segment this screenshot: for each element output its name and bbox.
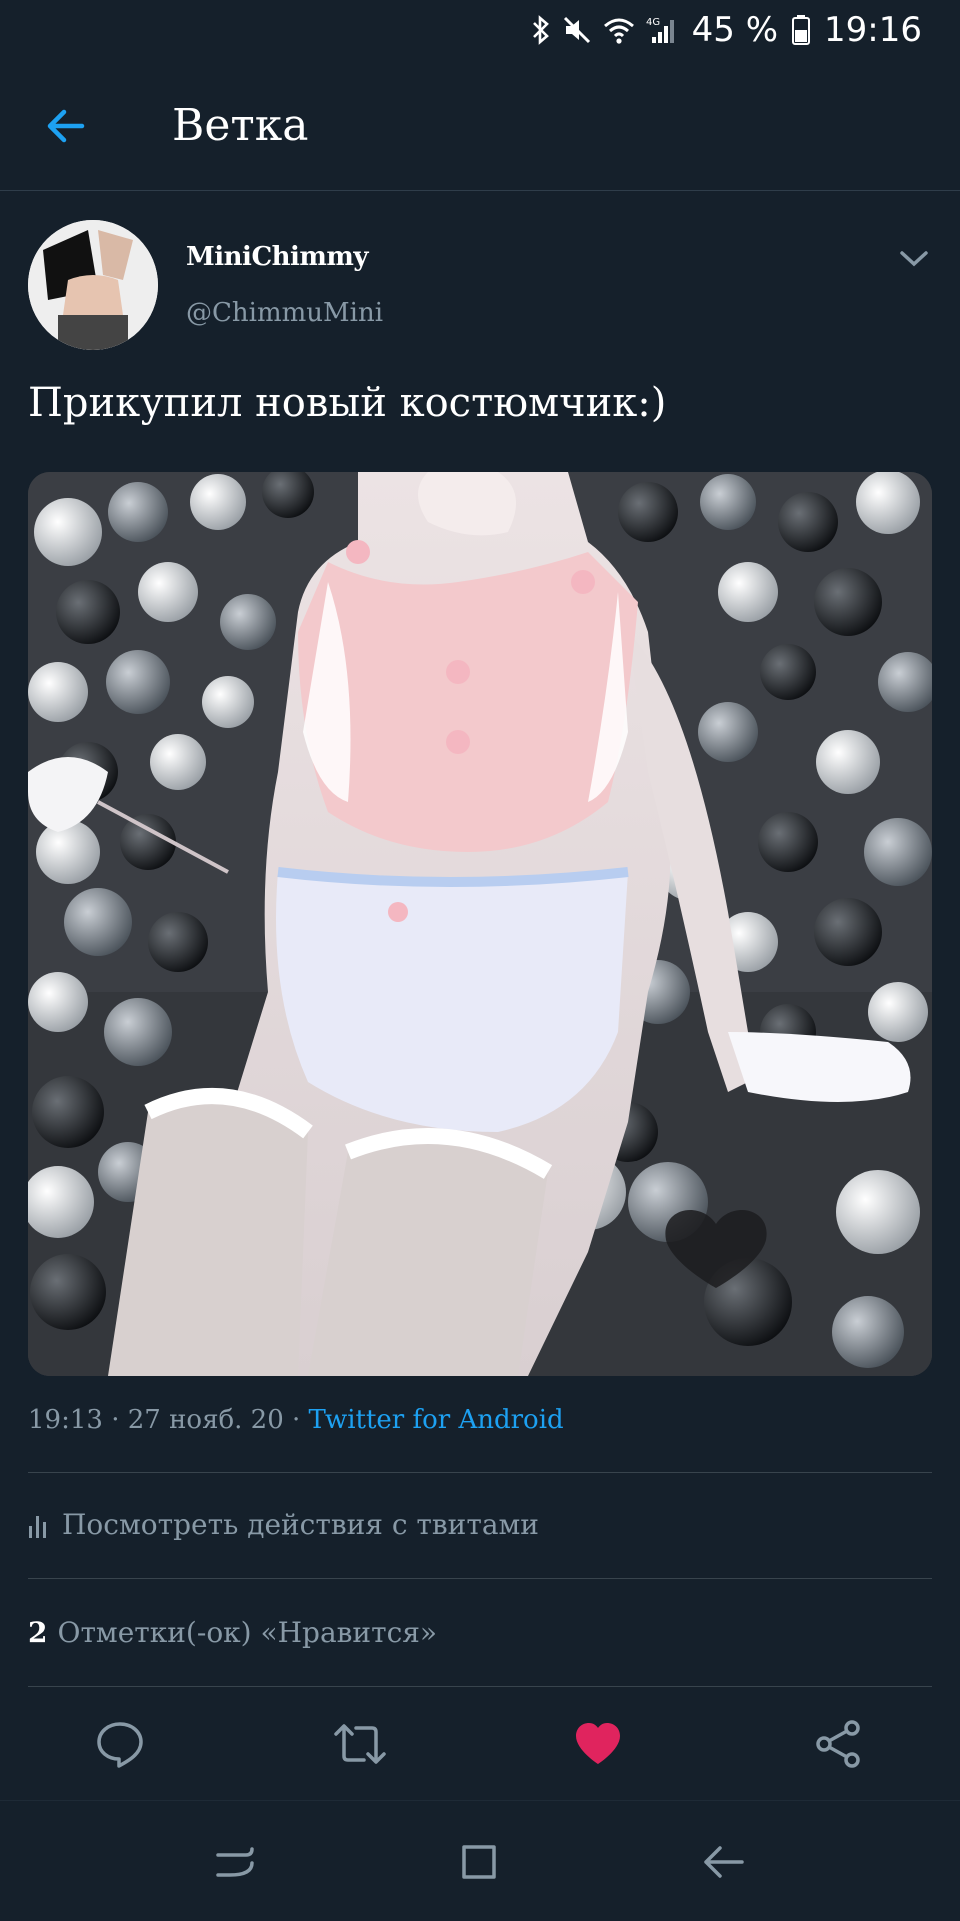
divider — [28, 1686, 932, 1687]
home-button[interactable] — [456, 1839, 502, 1885]
media-image — [28, 472, 932, 1376]
status-bar: 4G 45 % 19:16 — [0, 0, 960, 60]
system-back-button[interactable] — [700, 1839, 746, 1885]
battery-percent: 45 % — [691, 10, 779, 50]
mute-icon — [563, 16, 590, 44]
4g-signal-icon: 4G — [646, 17, 674, 43]
retweet-icon — [334, 1724, 386, 1764]
divider — [28, 1578, 932, 1579]
tweet-time: 19:13 — [28, 1405, 103, 1435]
reply-button[interactable] — [94, 1718, 146, 1770]
retweet-button[interactable] — [332, 1718, 386, 1770]
view-tweet-activity-link[interactable]: Посмотреть действия с твитами — [28, 1508, 539, 1541]
avatar[interactable] — [28, 220, 158, 350]
recent-apps-icon — [216, 1847, 254, 1877]
share-icon — [816, 1720, 860, 1768]
author-display-name[interactable]: MiniChimmy — [186, 242, 369, 272]
likes-summary[interactable]: 2 Отметки(-ок) «Нравится» — [28, 1616, 437, 1649]
tweet-date: 27 нояб. 20 — [127, 1405, 284, 1435]
likes-label: Отметки(-ок) «Нравится» — [57, 1616, 438, 1649]
top-app-bar: Ветка — [0, 60, 960, 191]
tweet-meta: 19:13 · 27 нояб. 20 · Twitter for Androi… — [28, 1405, 564, 1435]
battery-icon — [792, 15, 811, 45]
tweet-media[interactable] — [28, 472, 932, 1376]
status-icons: 4G — [530, 14, 678, 46]
svg-text:4G: 4G — [646, 17, 660, 28]
bluetooth-icon — [532, 15, 549, 45]
tweet-menu-button[interactable] — [896, 244, 932, 272]
tweet-text: Прикупил новый костюмчик:) — [28, 380, 667, 426]
chevron-down-icon — [900, 251, 928, 267]
status-time: 19:16 — [824, 10, 922, 50]
system-nav-bar — [0, 1800, 960, 1921]
reply-icon — [97, 1722, 143, 1768]
back-button[interactable] — [40, 100, 92, 152]
like-icon — [576, 1723, 620, 1764]
back-icon — [704, 1846, 744, 1878]
like-button[interactable] — [572, 1718, 624, 1770]
likes-count: 2 — [28, 1616, 48, 1649]
recent-apps-button[interactable] — [212, 1839, 258, 1885]
home-icon — [462, 1845, 496, 1879]
tweet-author: MiniChimmy @ChimmuMini — [28, 220, 932, 350]
activity-label: Посмотреть действия с твитами — [62, 1508, 539, 1541]
arrow-left-icon — [47, 109, 85, 143]
page-title: Ветка — [172, 100, 309, 151]
share-button[interactable] — [812, 1718, 864, 1770]
tweet-source-link[interactable]: Twitter for Android — [309, 1405, 564, 1435]
wifi-icon — [603, 18, 634, 44]
avatar-image — [28, 220, 158, 350]
author-handle[interactable]: @ChimmuMini — [186, 298, 383, 328]
meta-separator: · — [292, 1405, 309, 1435]
divider — [28, 1472, 932, 1473]
analytics-icon — [29, 1515, 46, 1538]
meta-separator: · — [111, 1405, 128, 1435]
tweet-actions-bar — [0, 1690, 960, 1800]
